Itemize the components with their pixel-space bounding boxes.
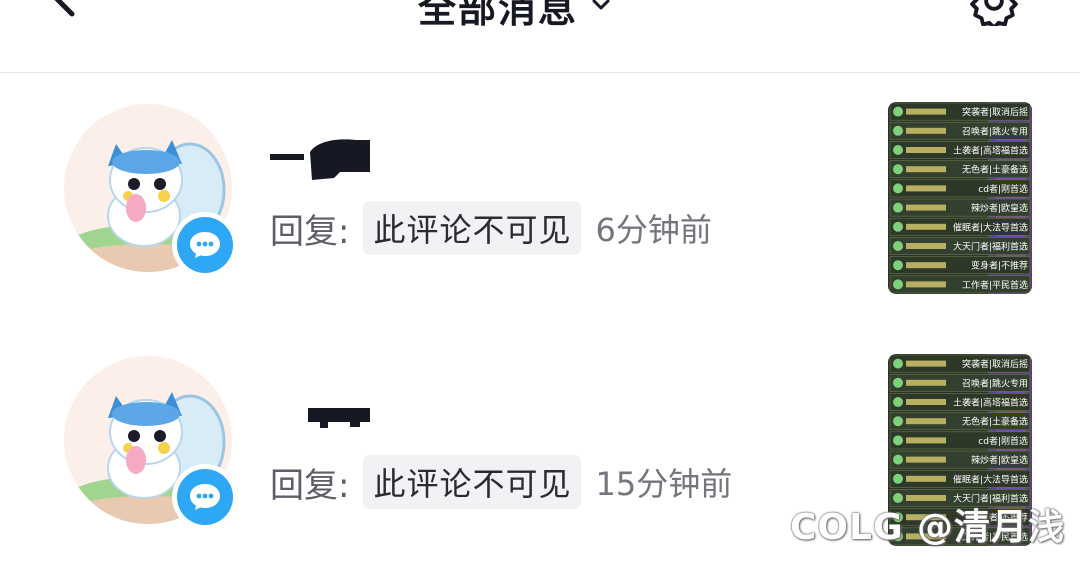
reply-info: 回复: 此评论不可见 15分钟前 — [270, 455, 733, 509]
thumbnail-row-icon — [893, 241, 903, 251]
thumbnail-row-icon — [893, 473, 903, 484]
thumbnail-row-icon — [893, 260, 903, 271]
thumbnail-row-bar — [906, 475, 946, 482]
header-bar: 全部消息 — [0, 0, 1080, 73]
thumbnail-row-icon — [893, 125, 903, 136]
reply-prefix: 回复: — [270, 211, 350, 252]
title-dropdown[interactable]: 全部消息 — [418, 0, 612, 33]
thumbnail-row-text: 工作者|平民首选 — [962, 279, 1028, 291]
thumbnail-row-bar — [906, 360, 946, 367]
thumbnail-row-bar — [906, 379, 946, 386]
thumbnail-row-bar — [906, 204, 946, 211]
thumbnail-row-bar — [906, 437, 946, 444]
thumbnail-row-icon — [893, 164, 903, 175]
thumbnail-row-bar — [906, 262, 946, 269]
thumbnail-row-bar — [906, 399, 946, 405]
thumbnail-row-icon — [893, 377, 903, 388]
watermark: COLG @清月浅 — [790, 507, 1066, 548]
thumbnail-row-text: 召唤者|跳火专用 — [962, 125, 1028, 137]
thumbnail-row-icon — [893, 145, 903, 155]
thumbnail-row-icon — [893, 106, 903, 117]
thumbnail-row-text: 无色者|土豪备选 — [962, 416, 1028, 428]
thumbnail-row-icon — [893, 416, 903, 427]
thumbnail-row-text: 召唤者|跳火专用 — [962, 377, 1028, 389]
thumbnail-row-bar — [906, 147, 946, 153]
avatar[interactable] — [64, 104, 238, 278]
thumbnail-row-icon — [893, 279, 903, 290]
thumbnail-row-bar — [906, 108, 946, 115]
chevron-left-icon[interactable] — [44, 0, 84, 18]
thumbnail-row-text: 辣炒者|欧皇选 — [971, 454, 1028, 466]
thumbnail-row-icon — [893, 221, 903, 232]
thumbnail-row-text: 无色者|土豪备选 — [962, 164, 1028, 176]
thumbnail-row-bar — [906, 243, 946, 249]
reply-prefix: 回复: — [270, 465, 350, 506]
chevron-down-icon — [592, 0, 610, 9]
thumbnail-row-text: 土袭者|高塔福首选 — [953, 145, 1028, 157]
thumbnail-row-bar — [906, 281, 946, 288]
thumbnail-row-bar — [906, 418, 946, 425]
comment-badge — [172, 212, 238, 278]
thumbnail-row-icon — [893, 358, 903, 369]
thumbnail-row-text: 催眠者|大法导首选 — [953, 473, 1028, 485]
thumbnail-row-icon — [893, 435, 903, 446]
thumbnail-row-bar — [906, 127, 946, 134]
thumbnail-row-icon — [893, 397, 903, 407]
thumbnail-row-bar — [906, 185, 946, 192]
notification-item[interactable]: 回复: 此评论不可见 6分钟前 突袭者|取消后摇 召唤者|跳火专用土袭者|高塔福首… — [0, 100, 1080, 300]
thumbnail-row-text: 催眠者|大法导首选 — [953, 221, 1028, 233]
thumbnail-row-text: cd者|刚首选 — [978, 183, 1028, 195]
thumbnail-row-text: 辣炒者|欧皇选 — [971, 202, 1028, 214]
comment-bubble-icon — [190, 232, 220, 258]
thumbnail-image: 突袭者|取消后摇召唤者|跳火专用土袭者|高塔福首选无色者|土豪备选 cd者|刚首选… — [888, 102, 1032, 294]
page-title: 全部消息 — [418, 0, 579, 31]
thumbnail-row-text: 突袭者|取消后摇 — [962, 358, 1028, 370]
comment-bubble-icon — [190, 484, 220, 510]
avatar[interactable] — [64, 356, 238, 530]
thumbnail-row-text: 大天门者|福利首选 — [953, 241, 1028, 253]
thumbnail-row-bar — [906, 166, 946, 173]
thumbnail-row-text: 突袭者|取消后摇 — [962, 106, 1028, 118]
comment-text[interactable]: 此评论不可见 — [363, 455, 582, 509]
thumbnail-row-text: cd者|刚首选 — [978, 435, 1028, 447]
timestamp: 15分钟前 — [595, 465, 733, 503]
thumbnail-row-bar — [906, 223, 946, 230]
thumbnail-row-text: 变身者|不推荐 — [971, 260, 1028, 272]
thumbnail-row-icon — [893, 183, 903, 194]
reply-info: 回复: 此评论不可见 6分钟前 — [270, 201, 712, 255]
username-redacted[interactable] — [270, 132, 380, 186]
username-redacted[interactable] — [270, 402, 380, 436]
gear-icon[interactable] — [962, 0, 1026, 26]
video-thumbnail[interactable]: 突袭者|取消后摇 召唤者|跳火专用土袭者|高塔福首选无色者|土豪备选 cd者|刚首选… — [888, 102, 1032, 294]
comment-text[interactable]: 此评论不可见 — [363, 201, 582, 255]
thumbnail-row-text: 土袭者|高塔福首选 — [953, 397, 1028, 409]
thumbnail-row-bar — [906, 456, 946, 463]
comment-badge — [172, 464, 238, 530]
timestamp: 6分钟前 — [595, 211, 712, 249]
thumbnail-row-icon — [893, 454, 903, 465]
thumbnail-row-icon — [893, 202, 903, 213]
